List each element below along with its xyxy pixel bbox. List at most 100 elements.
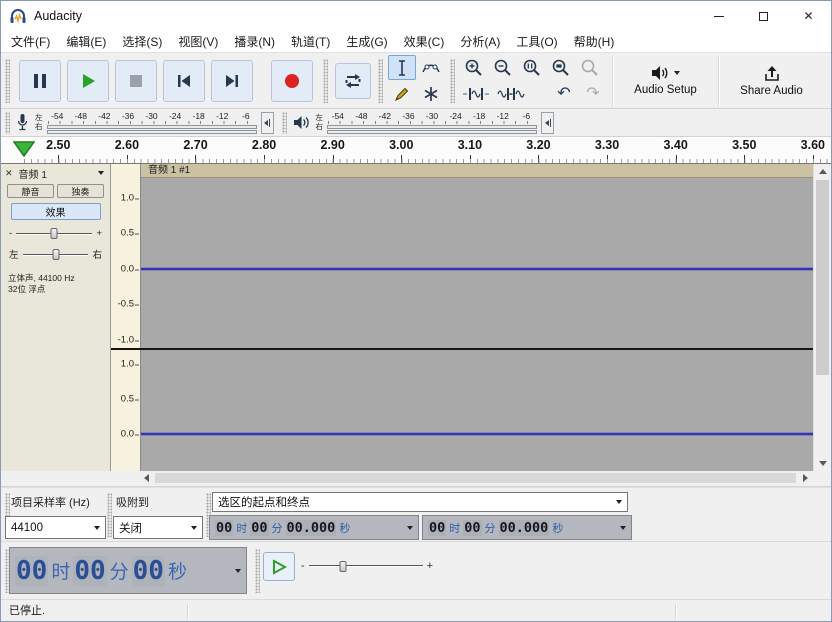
close-button[interactable]: ✕ (786, 1, 831, 31)
format-dropdown-arrow[interactable] (235, 569, 241, 573)
redo-button[interactable]: ↷ (580, 82, 606, 105)
menu-item[interactable]: 帮助(H) (566, 31, 623, 53)
handle-bar-icon (550, 119, 551, 127)
loop-button[interactable] (335, 63, 371, 99)
draw-tool[interactable] (388, 81, 416, 106)
vertical-scale-ruler[interactable]: 1.0 0.5 0.0 -0.5 -1.0 1.0 0.5 0.0 (111, 164, 141, 471)
hours-field[interactable]: 00 (15, 556, 48, 586)
clip-header[interactable]: 音频 1 #1 (141, 164, 813, 178)
play-button[interactable] (67, 60, 109, 102)
gain-min-label: - (9, 228, 12, 239)
minutes-field[interactable]: 00 (463, 520, 481, 536)
playback-meter-handle[interactable] (541, 112, 554, 134)
menu-item[interactable]: 分析(A) (452, 31, 508, 53)
transport-toolbar-grip[interactable] (5, 59, 10, 103)
scroll-up-button[interactable] (814, 164, 831, 179)
seconds-field[interactable]: 00 (132, 556, 165, 586)
skip-to-end-button[interactable] (211, 60, 253, 102)
play-at-speed-grip[interactable] (255, 549, 260, 593)
scroll-right-button[interactable] (797, 471, 813, 485)
gain-slider[interactable] (16, 227, 92, 240)
recording-meter-grip[interactable] (5, 112, 10, 134)
selection-tool[interactable] (388, 55, 416, 80)
waveform-area[interactable]: 音频 1 #1 (141, 164, 813, 471)
pause-button[interactable] (19, 60, 61, 102)
handle-arrow-icon (545, 120, 549, 126)
minutes-unit: 分 (485, 520, 496, 536)
undo-button[interactable]: ↶ (551, 82, 577, 105)
zoom-out-button[interactable] (489, 56, 515, 79)
menu-item[interactable]: 轨道(T) (283, 31, 338, 53)
track-name[interactable]: 音频 1 (19, 166, 47, 181)
menu-item[interactable]: 效果(C) (396, 31, 453, 53)
snap-toolbar-grip[interactable] (107, 493, 112, 537)
audio-position-display[interactable]: 00 时 00 分 00 秒 (9, 547, 247, 594)
hours-field[interactable]: 00 (215, 520, 233, 536)
track-close-button[interactable]: ✕ (5, 168, 13, 179)
effects-button[interactable]: 效果 (11, 203, 101, 220)
minutes-field[interactable]: 00 (250, 520, 268, 536)
menu-item[interactable]: 视图(V) (170, 31, 226, 53)
record-button[interactable] (271, 60, 313, 102)
stop-button[interactable] (115, 60, 157, 102)
minimize-button[interactable] (696, 1, 741, 31)
loop-toolbar-grip[interactable] (323, 59, 328, 103)
skip-to-start-button[interactable] (163, 60, 205, 102)
zoom-to-selection-button[interactable] (518, 56, 544, 79)
menu-item[interactable]: 工具(O) (508, 31, 565, 53)
envelope-tool[interactable] (417, 55, 445, 80)
horizontal-scrollbar[interactable] (138, 471, 813, 485)
playback-meter-right-bar (327, 130, 537, 134)
recording-meter[interactable]: -54-48-42-36-30-24-18-12-6 (46, 111, 258, 134)
gain-slider-row: - + (9, 227, 102, 240)
playback-meter[interactable]: -54-48-42-36-30-24-18-12-6 (326, 111, 538, 134)
hours-field[interactable]: 00 (428, 520, 446, 536)
timeline-ruler[interactable]: 2.502.602.702.802.903.003.103.203.303.40… (1, 137, 831, 164)
format-dropdown-arrow[interactable] (407, 526, 413, 530)
silence-audio-button[interactable] (495, 82, 527, 105)
menu-item[interactable]: 编辑(E) (58, 31, 114, 53)
minutes-field[interactable]: 00 (73, 556, 106, 586)
selection-range-mode-dropdown[interactable]: 选区的起点和终点 (212, 492, 628, 512)
seconds-field[interactable]: 00.000 (499, 520, 550, 536)
selection-end-display[interactable]: 00 时 00 分 00.000 秒 (422, 515, 632, 540)
menu-item[interactable]: 播录(N) (226, 31, 283, 53)
track-menu-caret-icon[interactable] (98, 171, 104, 175)
vertical-scroll-thumb[interactable] (816, 180, 829, 375)
audio-setup-button[interactable]: Audio Setup (617, 55, 714, 107)
menu-item[interactable]: 选择(S) (114, 31, 170, 53)
playhead-triangle[interactable] (13, 141, 35, 157)
playback-speed-slider[interactable] (309, 559, 423, 574)
vertical-scrollbar[interactable] (813, 164, 831, 471)
horizontal-scroll-thumb[interactable] (155, 473, 796, 483)
zoom-in-button[interactable] (460, 56, 486, 79)
scale-label: 0.0 (121, 429, 134, 440)
seconds-field[interactable]: 00.000 (286, 520, 337, 536)
scroll-down-button[interactable] (814, 456, 831, 471)
project-rate-combo[interactable]: 44100 (5, 516, 106, 539)
pan-slider-thumb[interactable] (52, 249, 59, 260)
menu-item[interactable]: 文件(F) (3, 31, 58, 53)
zoom-toggle-button[interactable] (576, 56, 602, 79)
recording-meter-handle[interactable] (261, 112, 274, 134)
playback-meter-grip[interactable] (282, 112, 287, 134)
speed-slider-thumb[interactable] (339, 561, 346, 572)
gain-slider-thumb[interactable] (51, 228, 58, 239)
edit-toolbar-grip[interactable] (450, 59, 455, 103)
selection-start-display[interactable]: 00 时 00 分 00.000 秒 (209, 515, 419, 540)
pan-slider[interactable] (23, 248, 89, 261)
maximize-button[interactable] (741, 1, 786, 31)
share-audio-button[interactable]: Share Audio (723, 55, 820, 107)
solo-button[interactable]: 独奏 (57, 184, 104, 198)
tools-toolbar-grip[interactable] (378, 59, 383, 103)
snap-to-combo[interactable]: 关闭 (113, 516, 203, 539)
zoom-to-fit-button[interactable] (547, 56, 573, 79)
format-dropdown-arrow[interactable] (620, 526, 626, 530)
mute-button[interactable]: 静音 (7, 184, 54, 198)
trim-audio-button[interactable] (460, 82, 492, 105)
multi-tool[interactable] (417, 81, 445, 106)
scroll-left-button[interactable] (138, 471, 154, 485)
play-at-speed-button[interactable] (263, 552, 295, 581)
menu-item[interactable]: 生成(G) (338, 31, 395, 53)
meter-scale-label: -24 (444, 111, 468, 121)
